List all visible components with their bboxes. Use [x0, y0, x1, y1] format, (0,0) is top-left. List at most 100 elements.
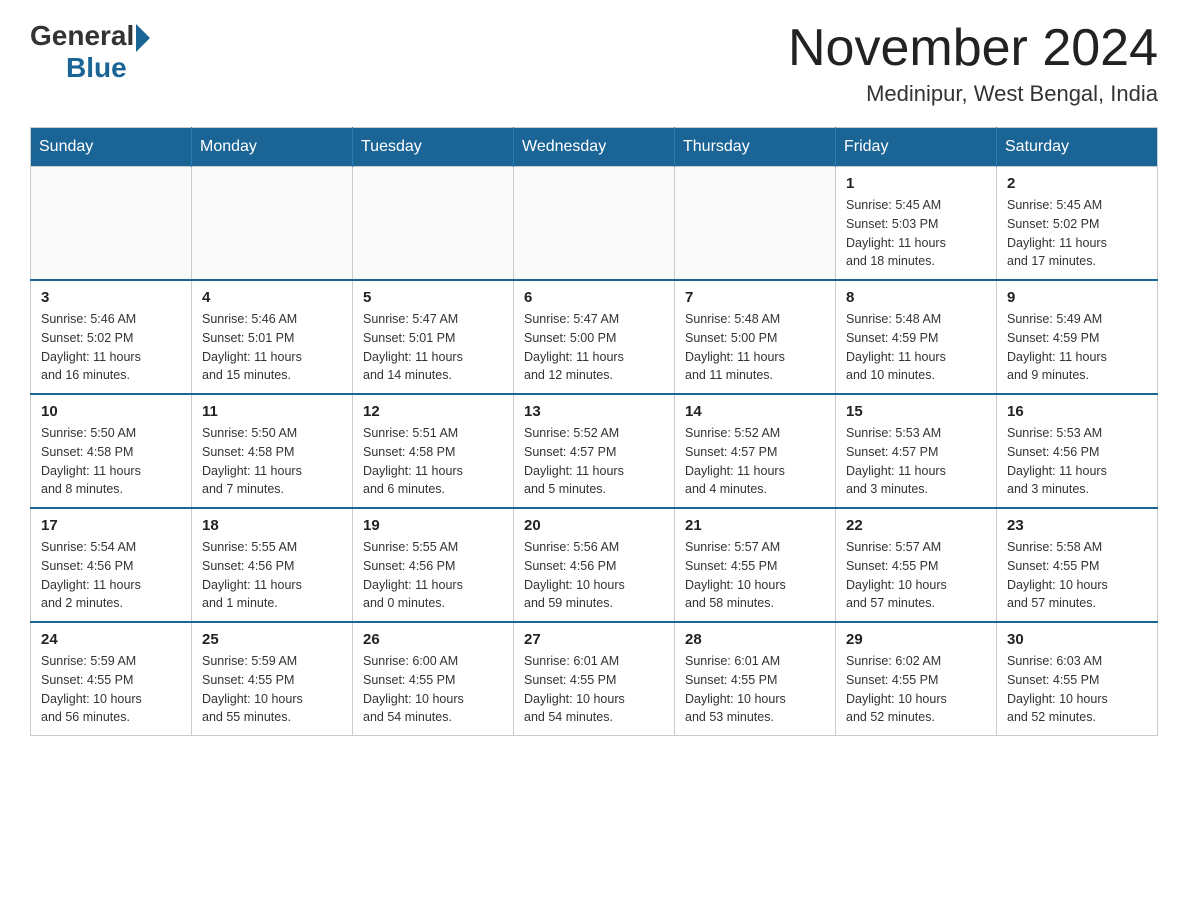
day-number: 21 — [685, 517, 825, 534]
weekday-header-thursday: Thursday — [675, 128, 836, 167]
weekday-header-monday: Monday — [192, 128, 353, 167]
calendar-cell: 6 Sunrise: 5:47 AM Sunset: 5:00 PM Daylig… — [514, 280, 675, 394]
day-number: 22 — [846, 517, 986, 534]
logo: General Blue — [30, 20, 150, 84]
day-info: Sunrise: 6:01 AM Sunset: 4:55 PM Dayligh… — [685, 652, 825, 727]
day-number: 11 — [202, 403, 342, 420]
day-info: Sunrise: 5:47 AM Sunset: 5:00 PM Dayligh… — [524, 310, 664, 385]
calendar-cell — [353, 167, 514, 281]
calendar-cell: 14 Sunrise: 5:52 AM Sunset: 4:57 PM Dayli… — [675, 394, 836, 508]
day-number: 9 — [1007, 289, 1147, 306]
calendar-cell — [514, 167, 675, 281]
day-number: 18 — [202, 517, 342, 534]
calendar-week-row: 3 Sunrise: 5:46 AM Sunset: 5:02 PM Daylig… — [31, 280, 1158, 394]
day-info: Sunrise: 5:48 AM Sunset: 5:00 PM Dayligh… — [685, 310, 825, 385]
calendar-week-row: 17 Sunrise: 5:54 AM Sunset: 4:56 PM Dayli… — [31, 508, 1158, 622]
calendar-cell: 20 Sunrise: 5:56 AM Sunset: 4:56 PM Dayli… — [514, 508, 675, 622]
day-info: Sunrise: 5:53 AM Sunset: 4:56 PM Dayligh… — [1007, 424, 1147, 499]
calendar-cell — [31, 167, 192, 281]
logo-arrow-icon — [136, 24, 150, 52]
location-title: Medinipur, West Bengal, India — [788, 81, 1158, 107]
day-info: Sunrise: 5:58 AM Sunset: 4:55 PM Dayligh… — [1007, 538, 1147, 613]
logo-blue-text: Blue — [66, 52, 127, 84]
day-info: Sunrise: 5:46 AM Sunset: 5:02 PM Dayligh… — [41, 310, 181, 385]
weekday-header-friday: Friday — [836, 128, 997, 167]
calendar-cell: 23 Sunrise: 5:58 AM Sunset: 4:55 PM Dayli… — [997, 508, 1158, 622]
day-info: Sunrise: 5:45 AM Sunset: 5:03 PM Dayligh… — [846, 196, 986, 271]
day-number: 5 — [363, 289, 503, 306]
day-number: 14 — [685, 403, 825, 420]
day-info: Sunrise: 5:48 AM Sunset: 4:59 PM Dayligh… — [846, 310, 986, 385]
calendar-cell: 10 Sunrise: 5:50 AM Sunset: 4:58 PM Dayli… — [31, 394, 192, 508]
day-info: Sunrise: 5:47 AM Sunset: 5:01 PM Dayligh… — [363, 310, 503, 385]
day-number: 4 — [202, 289, 342, 306]
weekday-header-sunday: Sunday — [31, 128, 192, 167]
day-info: Sunrise: 5:45 AM Sunset: 5:02 PM Dayligh… — [1007, 196, 1147, 271]
day-info: Sunrise: 5:54 AM Sunset: 4:56 PM Dayligh… — [41, 538, 181, 613]
day-info: Sunrise: 6:00 AM Sunset: 4:55 PM Dayligh… — [363, 652, 503, 727]
day-number: 3 — [41, 289, 181, 306]
calendar-cell: 26Sunrise: 6:00 AM Sunset: 4:55 PM Dayli… — [353, 622, 514, 736]
day-info: Sunrise: 5:55 AM Sunset: 4:56 PM Dayligh… — [363, 538, 503, 613]
calendar-cell: 21 Sunrise: 5:57 AM Sunset: 4:55 PM Dayli… — [675, 508, 836, 622]
day-info: Sunrise: 5:53 AM Sunset: 4:57 PM Dayligh… — [846, 424, 986, 499]
day-number: 20 — [524, 517, 664, 534]
day-info: Sunrise: 5:57 AM Sunset: 4:55 PM Dayligh… — [846, 538, 986, 613]
calendar-cell: 13 Sunrise: 5:52 AM Sunset: 4:57 PM Dayli… — [514, 394, 675, 508]
calendar-cell: 1 Sunrise: 5:45 AM Sunset: 5:03 PM Daylig… — [836, 167, 997, 281]
weekday-header-saturday: Saturday — [997, 128, 1158, 167]
day-info: Sunrise: 6:01 AM Sunset: 4:55 PM Dayligh… — [524, 652, 664, 727]
page-header: General Blue November 2024 Medinipur, We… — [30, 20, 1158, 107]
calendar-week-row: 10 Sunrise: 5:50 AM Sunset: 4:58 PM Dayli… — [31, 394, 1158, 508]
calendar-cell: 12Sunrise: 5:51 AM Sunset: 4:58 PM Dayli… — [353, 394, 514, 508]
day-number: 7 — [685, 289, 825, 306]
weekday-header-wednesday: Wednesday — [514, 128, 675, 167]
calendar-cell: 25 Sunrise: 5:59 AM Sunset: 4:55 PM Dayli… — [192, 622, 353, 736]
day-number: 25 — [202, 631, 342, 648]
calendar-cell: 22 Sunrise: 5:57 AM Sunset: 4:55 PM Dayli… — [836, 508, 997, 622]
day-number: 28 — [685, 631, 825, 648]
calendar-cell: 4Sunrise: 5:46 AM Sunset: 5:01 PM Daylig… — [192, 280, 353, 394]
calendar-cell — [192, 167, 353, 281]
calendar-cell: 15Sunrise: 5:53 AM Sunset: 4:57 PM Dayli… — [836, 394, 997, 508]
month-title: November 2024 — [788, 20, 1158, 77]
day-number: 19 — [363, 517, 503, 534]
day-info: Sunrise: 5:52 AM Sunset: 4:57 PM Dayligh… — [524, 424, 664, 499]
day-info: Sunrise: 5:59 AM Sunset: 4:55 PM Dayligh… — [41, 652, 181, 727]
calendar-cell: 3 Sunrise: 5:46 AM Sunset: 5:02 PM Daylig… — [31, 280, 192, 394]
calendar-cell: 7 Sunrise: 5:48 AM Sunset: 5:00 PM Daylig… — [675, 280, 836, 394]
day-number: 1 — [846, 175, 986, 192]
calendar-cell: 16Sunrise: 5:53 AM Sunset: 4:56 PM Dayli… — [997, 394, 1158, 508]
logo-general-text: General — [30, 20, 134, 52]
calendar-cell: 29Sunrise: 6:02 AM Sunset: 4:55 PM Dayli… — [836, 622, 997, 736]
day-info: Sunrise: 5:52 AM Sunset: 4:57 PM Dayligh… — [685, 424, 825, 499]
day-number: 2 — [1007, 175, 1147, 192]
day-info: Sunrise: 5:50 AM Sunset: 4:58 PM Dayligh… — [41, 424, 181, 499]
day-number: 23 — [1007, 517, 1147, 534]
calendar-cell: 5 Sunrise: 5:47 AM Sunset: 5:01 PM Daylig… — [353, 280, 514, 394]
day-info: Sunrise: 6:02 AM Sunset: 4:55 PM Dayligh… — [846, 652, 986, 727]
calendar-cell: 24Sunrise: 5:59 AM Sunset: 4:55 PM Dayli… — [31, 622, 192, 736]
day-info: Sunrise: 5:57 AM Sunset: 4:55 PM Dayligh… — [685, 538, 825, 613]
calendar-cell: 11Sunrise: 5:50 AM Sunset: 4:58 PM Dayli… — [192, 394, 353, 508]
day-info: Sunrise: 5:56 AM Sunset: 4:56 PM Dayligh… — [524, 538, 664, 613]
calendar-week-row: 1 Sunrise: 5:45 AM Sunset: 5:03 PM Daylig… — [31, 167, 1158, 281]
day-info: Sunrise: 5:55 AM Sunset: 4:56 PM Dayligh… — [202, 538, 342, 613]
calendar-cell: 30Sunrise: 6:03 AM Sunset: 4:55 PM Dayli… — [997, 622, 1158, 736]
day-number: 8 — [846, 289, 986, 306]
day-info: Sunrise: 5:49 AM Sunset: 4:59 PM Dayligh… — [1007, 310, 1147, 385]
calendar-cell: 27 Sunrise: 6:01 AM Sunset: 4:55 PM Dayli… — [514, 622, 675, 736]
calendar-cell: 19 Sunrise: 5:55 AM Sunset: 4:56 PM Dayli… — [353, 508, 514, 622]
calendar-week-row: 24Sunrise: 5:59 AM Sunset: 4:55 PM Dayli… — [31, 622, 1158, 736]
day-number: 6 — [524, 289, 664, 306]
calendar-cell: 28 Sunrise: 6:01 AM Sunset: 4:55 PM Dayli… — [675, 622, 836, 736]
day-info: Sunrise: 5:59 AM Sunset: 4:55 PM Dayligh… — [202, 652, 342, 727]
day-number: 27 — [524, 631, 664, 648]
day-info: Sunrise: 5:51 AM Sunset: 4:58 PM Dayligh… — [363, 424, 503, 499]
title-section: November 2024 Medinipur, West Bengal, In… — [788, 20, 1158, 107]
calendar-cell: 2 Sunrise: 5:45 AM Sunset: 5:02 PM Daylig… — [997, 167, 1158, 281]
day-number: 17 — [41, 517, 181, 534]
weekday-header-tuesday: Tuesday — [353, 128, 514, 167]
day-number: 10 — [41, 403, 181, 420]
day-number: 13 — [524, 403, 664, 420]
